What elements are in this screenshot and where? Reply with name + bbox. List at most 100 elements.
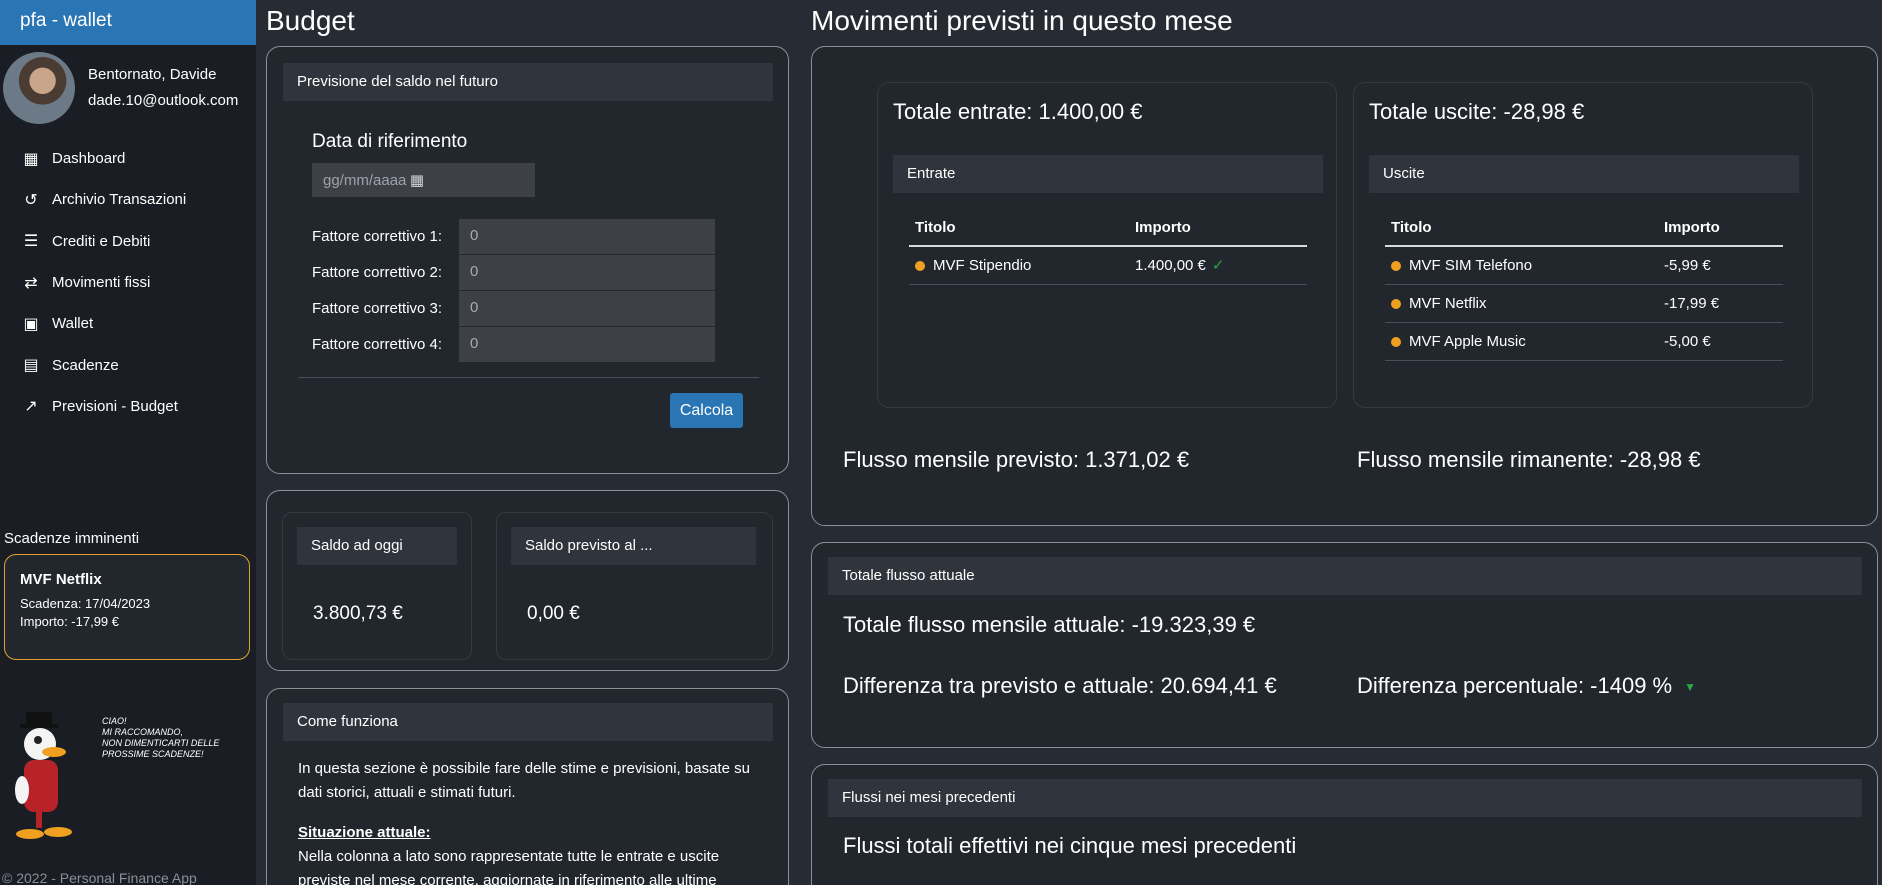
income-card: Totale entrate: 1.400,00 € Entrate Titol… — [877, 82, 1337, 408]
sidebar-item-crediti[interactable]: ☰ Crediti e Debiti — [0, 221, 256, 262]
footer-copyright: © 2022 - Personal Finance App — [2, 870, 197, 885]
sidebar-item-scadenze[interactable]: ▤ Scadenze — [0, 344, 256, 385]
swap-icon: ⇄ — [24, 274, 38, 292]
income-header: Entrate — [893, 155, 1323, 193]
sidebar-item-label: Dashboard — [52, 150, 126, 168]
dashboard-icon: ▦ — [23, 150, 39, 168]
column-header-amount: Importo — [1658, 209, 1783, 247]
row-amount: -5,99 € — [1658, 246, 1783, 285]
sidebar-item-label: Movimenti fissi — [52, 274, 151, 292]
brand-title[interactable]: pfa - wallet — [0, 0, 256, 45]
sidebar-item-label: Archivio Transazioni — [52, 191, 187, 209]
current-monthly-flow-total: Totale flusso mensile attuale: -19.323,3… — [843, 612, 1256, 637]
user-email: dade.10@outlook.com — [88, 91, 239, 109]
page-title-budget: Budget — [266, 5, 355, 36]
previous-months-panel: Flussi nei mesi precedenti Flussi totali… — [811, 764, 1878, 885]
correction-factor-input[interactable]: 0 — [459, 291, 715, 326]
column-header-title: Titolo — [909, 209, 1129, 247]
row-amount: -5,00 € — [1658, 322, 1783, 361]
correction-factor-label: Fattore correttivo 3: — [312, 300, 443, 317]
sidebar: pfa - wallet Bentornato, Davide dade.10@… — [0, 0, 256, 885]
upcoming-card[interactable]: MVF Netflix Scadenza: 17/04/2023 Importo… — [4, 554, 250, 660]
sidebar-item-movimenti[interactable]: ⇄ Movimenti fissi — [0, 262, 256, 303]
status-dot-icon — [1391, 298, 1401, 309]
forecast-panel: Previsione del saldo nel futuro Data di … — [266, 46, 789, 474]
income-table: Titolo Importo MVF Stipendio 1.400,00 € ✓ — [909, 209, 1307, 285]
how-it-works-intro: In questa sezione è possibile fare delle… — [298, 760, 750, 801]
sidebar-item-previsioni[interactable]: ↗ Previsioni - Budget — [0, 386, 256, 427]
sidebar-item-label: Previsioni - Budget — [52, 397, 178, 415]
correction-factor-label: Fattore correttivo 1: — [312, 228, 443, 245]
forecast-balance-header: Saldo previsto al ... — [511, 527, 756, 565]
mascot-bubble-text: CIAO! MI RACCOMANDO, NON DIMENTICARTI DE… — [102, 716, 220, 759]
correction-factor-4: Fattore correttivo 4: 0 — [312, 327, 715, 362]
expected-monthly-flow: Flusso mensile previsto: 1.371,02 € — [843, 447, 1190, 472]
income-total: Totale entrate: 1.400,00 € — [893, 99, 1143, 124]
table-header-row: Titolo Importo — [1385, 209, 1783, 247]
history-icon: ↺ — [24, 191, 38, 209]
table-row[interactable]: MVF Netflix -17,99 € — [1385, 284, 1783, 323]
balance-panel: Saldo ad oggi 3.800,73 € Saldo previsto … — [266, 490, 789, 671]
reference-date-label: Data di riferimento — [312, 131, 468, 152]
expenses-card: Totale uscite: -28,98 € Uscite Titolo Im… — [1353, 82, 1813, 408]
upcoming-title: Scadenze imminenti — [4, 530, 140, 547]
sidebar-item-archivio[interactable]: ↺ Archivio Transazioni — [0, 179, 256, 220]
previous-months-title: Flussi totali effettivi nei cinque mesi … — [843, 833, 1297, 858]
upcoming-date: Scadenza: 17/04/2023 — [20, 596, 151, 611]
percentage-difference: Differenza percentuale: -1409 % ▼ — [1357, 673, 1696, 699]
sidebar-item-dashboard[interactable]: ▦ Dashboard — [0, 138, 256, 179]
current-flow-header: Totale flusso attuale — [828, 557, 1862, 595]
wallet-icon: ▣ — [23, 315, 39, 333]
correction-factor-input[interactable]: 0 — [459, 327, 715, 362]
status-dot-icon — [1391, 260, 1401, 271]
current-balance-value: 3.800,73 € — [313, 603, 403, 624]
calendar-icon: ▤ — [23, 357, 39, 375]
row-title: MVF SIM Telefono — [1409, 256, 1533, 274]
sidebar-item-wallet[interactable]: ▣ Wallet — [0, 303, 256, 344]
expenses-header: Uscite — [1369, 155, 1799, 193]
current-balance-header: Saldo ad oggi — [297, 527, 457, 565]
correction-factor-input[interactable]: 0 — [459, 255, 715, 290]
sidebar-item-label: Crediti e Debiti — [52, 232, 151, 250]
correction-factor-2: Fattore correttivo 2: 0 — [312, 255, 715, 290]
current-situation-text: Nella colonna a lato sono rappresentate … — [298, 848, 720, 885]
sidebar-item-label: Wallet — [52, 315, 94, 333]
current-balance-card: Saldo ad oggi 3.800,73 € — [282, 512, 472, 660]
forecast-balance-card: Saldo previsto al ... 0,00 € — [496, 512, 773, 660]
previous-months-header: Flussi nei mesi precedenti — [828, 779, 1862, 817]
column-header-amount: Importo — [1129, 209, 1307, 247]
column-header-title: Titolo — [1385, 209, 1658, 247]
mascot-bubble: CIAO! MI RACCOMANDO, NON DIMENTICARTI DE… — [102, 716, 242, 760]
correction-factor-label: Fattore correttivo 4: — [312, 336, 443, 353]
calendar-picker-icon[interactable]: ▦ — [410, 171, 424, 189]
row-title: MVF Apple Music — [1409, 332, 1526, 350]
table-row[interactable]: MVF Stipendio 1.400,00 € ✓ — [909, 246, 1307, 285]
row-title: MVF Netflix — [1409, 294, 1487, 312]
correction-factor-label: Fattore correttivo 2: — [312, 264, 443, 281]
page-title-movements: Movimenti previsti in questo mese — [811, 5, 1233, 36]
table-row[interactable]: MVF Apple Music -5,00 € — [1385, 322, 1783, 361]
forecast-header: Previsione del saldo nel futuro — [283, 63, 773, 101]
expected-actual-difference: Differenza tra previsto e attuale: 20.69… — [843, 673, 1277, 698]
correction-factor-1: Fattore correttivo 1: 0 — [312, 219, 715, 254]
reference-date-input[interactable]: gg/mm/aaaa ▦ — [312, 163, 535, 197]
correction-factor-3: Fattore correttivo 3: 0 — [312, 291, 715, 326]
row-title: MVF Stipendio — [933, 256, 1032, 274]
table-row[interactable]: MVF SIM Telefono -5,99 € — [1385, 246, 1783, 285]
divider — [298, 377, 759, 378]
list-icon: ☰ — [23, 233, 39, 251]
avatar[interactable] — [3, 51, 75, 124]
row-amount: -17,99 € — [1658, 284, 1783, 323]
forecast-balance-value: 0,00 € — [527, 603, 580, 624]
trend-icon: ↗ — [24, 398, 38, 416]
upcoming-name: MVF Netflix — [20, 571, 102, 588]
how-it-works-header: Come funziona — [283, 703, 773, 741]
sidebar-item-label: Scadenze — [52, 356, 119, 374]
correction-factor-input[interactable]: 0 — [459, 219, 715, 254]
date-placeholder: gg/mm/aaaa — [323, 171, 407, 189]
sidebar-nav: ▦ Dashboard ↺ Archivio Transazioni ☰ Credit… — [0, 138, 256, 427]
calculate-button[interactable]: Calcola — [670, 393, 743, 428]
expenses-table: Titolo Importo MVF SIM Telefono -5,99 € … — [1385, 209, 1783, 361]
current-situation-title: Situazione attuale: — [298, 824, 431, 841]
remaining-monthly-flow: Flusso mensile rimanente: -28,98 € — [1357, 447, 1701, 472]
